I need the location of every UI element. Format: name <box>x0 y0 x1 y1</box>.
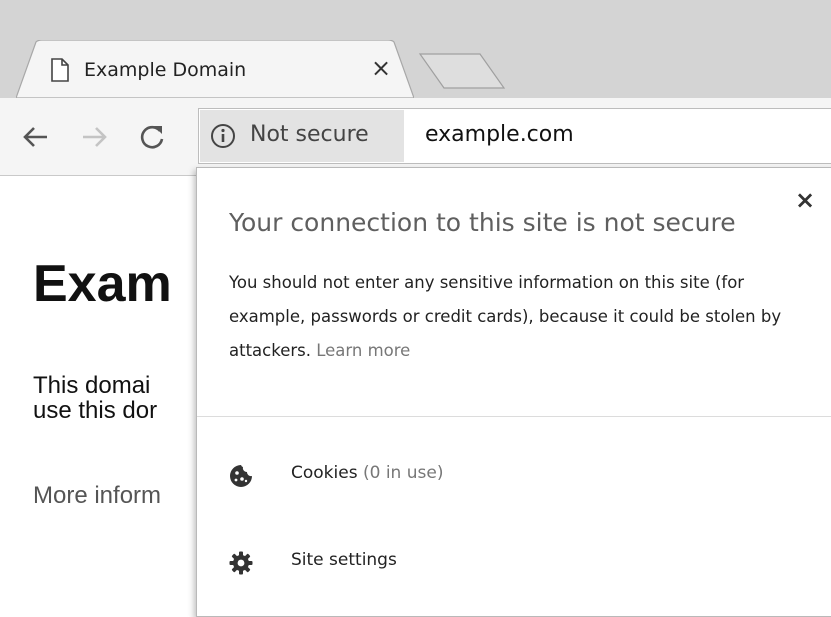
gear-icon <box>229 551 253 575</box>
new-tab-button[interactable] <box>418 52 506 90</box>
page-paragraph-line-2: use this dor <box>33 397 158 424</box>
bubble-description: You should not enter any sensitive infor… <box>229 266 819 368</box>
back-button[interactable] <box>20 122 50 152</box>
arrow-right-icon <box>83 127 107 147</box>
bubble-description-text: You should not enter any sensitive infor… <box>229 273 782 360</box>
site-security-bubble: × Your connection to this site is not se… <box>196 167 831 617</box>
reload-icon <box>140 125 164 149</box>
tab-strip: Example Domain × <box>0 0 831 98</box>
site-settings-label: Site settings <box>291 550 397 570</box>
reload-button[interactable] <box>137 122 167 152</box>
tab-title: Example Domain <box>84 59 247 81</box>
cookies-label-text: Cookies <box>291 463 358 483</box>
toolbar: Not secure example.com <box>0 98 831 176</box>
url-text[interactable]: example.com <box>425 122 574 147</box>
more-information-link[interactable]: More inform <box>33 482 161 510</box>
tab-close-icon[interactable]: × <box>368 54 394 82</box>
bubble-title: Your connection to this site is not secu… <box>229 208 736 237</box>
page-icon <box>50 58 70 82</box>
info-icon <box>210 123 236 149</box>
page-paragraph-line-1: This domai <box>33 372 151 399</box>
cookies-label: Cookies (0 in use) <box>291 463 443 483</box>
cookies-count: (0 in use) <box>362 463 444 483</box>
forward-button[interactable] <box>80 122 110 152</box>
not-secure-label: Not secure <box>250 122 369 147</box>
cookie-icon <box>229 464 253 488</box>
learn-more-link[interactable]: Learn more <box>316 341 410 360</box>
bubble-divider <box>197 416 831 417</box>
arrow-left-icon <box>23 127 47 147</box>
address-bar[interactable]: Not secure example.com <box>198 108 831 164</box>
security-indicator-button[interactable]: Not secure <box>200 110 404 162</box>
page-heading: Exam <box>33 255 172 313</box>
bubble-close-icon[interactable]: × <box>791 186 819 214</box>
tab-example-domain[interactable]: Example Domain × <box>16 40 414 98</box>
